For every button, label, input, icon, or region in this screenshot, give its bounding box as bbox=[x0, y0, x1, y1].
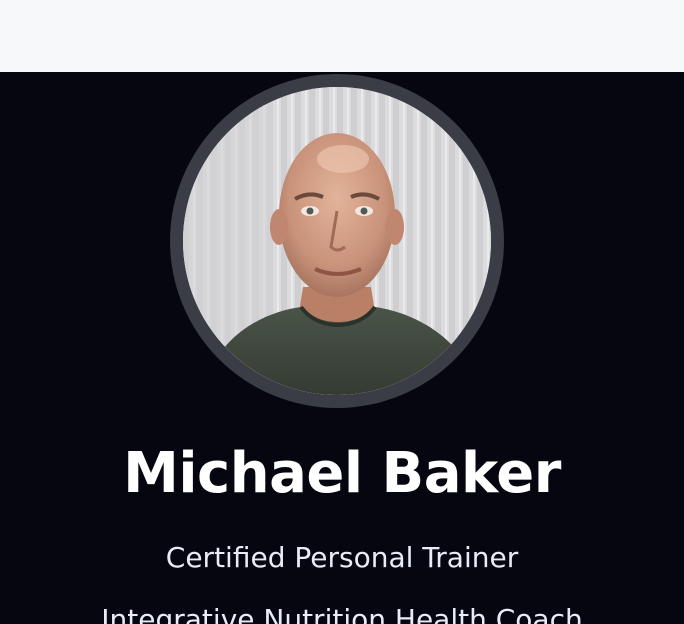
profile-photo bbox=[183, 87, 491, 395]
profile-name: Michael Baker bbox=[123, 441, 561, 506]
avatar bbox=[183, 87, 491, 395]
credential-health-coach: Integrative Nutrition Health Coach bbox=[101, 603, 583, 624]
credential-personal-trainer: Certified Personal Trainer bbox=[165, 541, 519, 574]
avatar-ring bbox=[170, 74, 504, 408]
top-bar bbox=[0, 0, 684, 72]
profile-hero: Michael Baker Certified Personal Trainer… bbox=[0, 72, 684, 624]
